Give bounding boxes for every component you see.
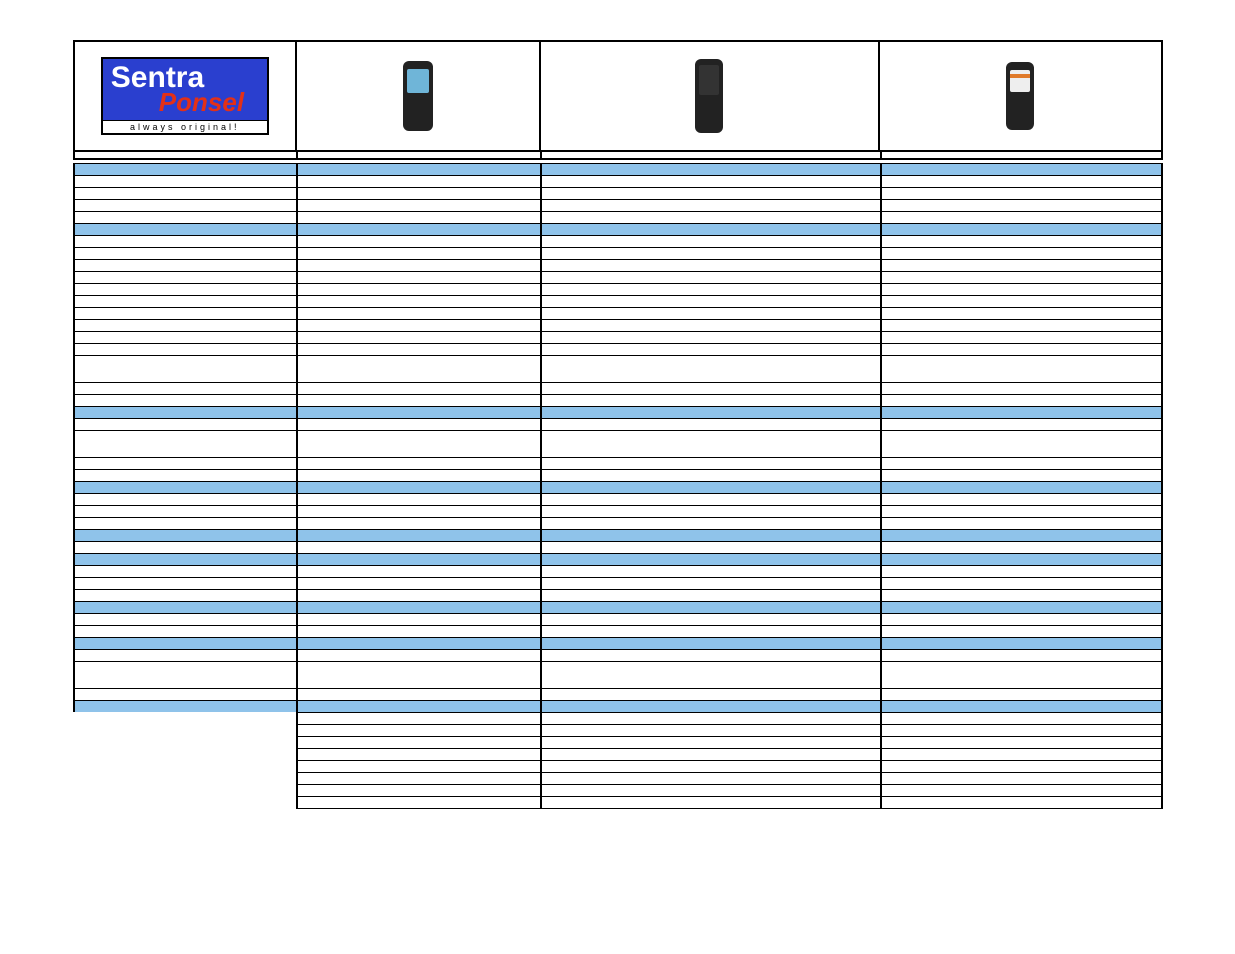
table-cell	[73, 355, 296, 383]
product-cell-2	[539, 42, 878, 150]
table-cell	[73, 796, 296, 809]
phone-image-3	[1006, 42, 1034, 150]
header-separator	[73, 150, 1163, 160]
table-cell	[540, 355, 880, 383]
header-row: Sentra Ponsel always original!	[73, 40, 1163, 152]
sentra-ponsel-logo: Sentra Ponsel always original!	[101, 57, 269, 135]
table-cell	[540, 661, 880, 689]
table-row	[73, 661, 1163, 689]
spec-table-body	[73, 163, 1163, 809]
table-cell	[540, 430, 880, 458]
table-cell	[880, 430, 1163, 458]
logo-cell: Sentra Ponsel always original!	[75, 42, 296, 150]
table-cell	[296, 355, 540, 383]
table-cell	[73, 430, 296, 458]
candybar-phone-icon	[403, 61, 433, 131]
candybar-phone-icon	[1006, 62, 1034, 130]
table-row	[73, 796, 1163, 809]
table-cell	[880, 355, 1163, 383]
phone-image-1	[403, 42, 433, 150]
table-cell	[880, 796, 1163, 809]
logo-tagline: always original!	[103, 120, 267, 133]
table-row	[73, 430, 1163, 458]
candybar-phone-icon	[695, 59, 723, 133]
logo-text-line2: Ponsel	[159, 87, 244, 118]
product-cell-3	[878, 42, 1160, 150]
table-cell	[540, 796, 880, 809]
table-cell	[296, 661, 540, 689]
phone-image-2	[695, 42, 723, 150]
table-row	[73, 355, 1163, 383]
product-cell-1	[295, 42, 539, 150]
table-cell	[73, 661, 296, 689]
comparison-sheet: Sentra Ponsel always original!	[73, 40, 1163, 809]
table-cell	[880, 661, 1163, 689]
table-cell	[296, 430, 540, 458]
table-cell	[296, 796, 540, 809]
